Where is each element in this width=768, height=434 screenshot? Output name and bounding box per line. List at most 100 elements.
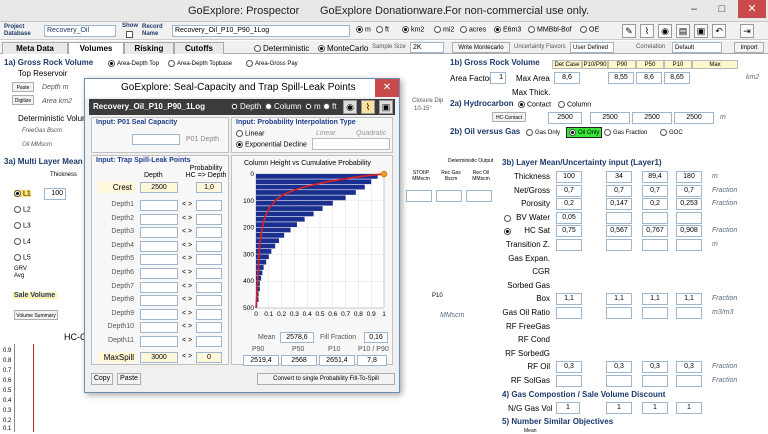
max-area-p10[interactable]: 8,65 [664,72,690,84]
tab-meta-data[interactable]: Meta Data [2,42,68,54]
import-button[interactable]: Import [734,42,764,53]
param-value[interactable]: 1,1 [676,293,702,306]
ng-gas-det[interactable]: 1 [556,402,580,414]
layer-l2[interactable]: L2 [14,206,31,213]
gas-only-radio[interactable]: Gas Only [526,129,560,136]
param-value[interactable]: 180 [676,171,702,183]
depth-row-arrows[interactable]: < > [182,242,192,249]
sample-size-select[interactable]: 2K [410,42,444,53]
close-button[interactable]: ✕ [738,0,766,18]
depth-row-depth-input[interactable] [140,308,178,320]
param-value[interactable]: 0,2 [556,198,582,211]
param-value[interactable] [642,239,668,251]
show-checkbox[interactable] [126,31,133,38]
depth-row-depth-input[interactable] [140,336,178,347]
oil-only-radio[interactable]: Oil Only [566,127,603,139]
depth-row-prob-input[interactable] [196,336,222,347]
maxspill-depth-input[interactable]: 3000 [140,352,178,363]
param-value[interactable]: 1,1 [556,293,582,306]
tab-cutoffs[interactable]: Cutoffs [174,42,224,54]
minimize-button[interactable]: – [680,0,708,18]
dlg-broom-icon[interactable]: ⌇ [361,100,375,114]
unit-mi2[interactable]: mi2 [434,26,454,33]
param-value[interactable] [556,375,582,387]
dlg-camera-icon[interactable]: ◉ [343,100,357,114]
param-value[interactable]: 0,253 [676,198,702,211]
hc-contact-det[interactable]: 2500 [548,112,582,124]
param-value[interactable]: 0,7 [676,184,702,197]
param-value[interactable] [676,211,702,224]
hc-contact-p50[interactable]: 2500 [632,112,672,124]
depth-row-depth-input[interactable] [140,213,178,225]
param-value[interactable]: 89,4 [642,171,668,183]
depth-row-prob-input[interactable] [196,308,222,320]
convert-button[interactable]: Convert to single Probability Fill-To-Sp… [257,373,395,385]
depth-row-arrows[interactable]: < > [182,296,192,303]
project-database-select[interactable]: Recovery_Oil [44,25,116,37]
param-value[interactable]: 0,3 [642,361,668,374]
hc-contact-p10[interactable]: 2500 [674,112,714,124]
exit-icon[interactable]: ⇥ [740,24,754,38]
depth-row-prob-input[interactable] [196,295,222,307]
param-value[interactable]: 34 [606,171,632,183]
depth-row-arrows[interactable]: < > [182,323,192,330]
depth-row-depth-input[interactable] [140,295,178,307]
depth-row-arrows[interactable]: < > [182,269,192,276]
param-value[interactable]: 0,7 [642,184,668,197]
layer-l5[interactable]: L5 [14,254,31,261]
dlg-save-icon[interactable]: ▣ [379,100,393,114]
uncertainty-flavors-select[interactable]: User Defined [570,42,614,53]
unit-oe[interactable]: OE [580,26,599,33]
param-value[interactable] [556,239,582,251]
maximize-button[interactable]: □ [708,0,736,18]
ng-gas-p50[interactable]: 1 [642,402,668,414]
param-value[interactable] [676,307,702,319]
param-value[interactable]: 0,75 [556,225,582,238]
hc-contact-p90[interactable]: 2500 [590,112,630,124]
area-depth-toplbase-radio[interactable]: Area-Depth Topbase [168,60,232,67]
param-value[interactable] [606,239,632,251]
linear-radio[interactable]: Linear [236,130,264,137]
param-value[interactable]: 100 [556,171,582,183]
param-value[interactable] [606,211,632,224]
max-area-p90[interactable]: 8,55 [608,72,634,84]
param-value[interactable]: 0,2 [642,198,668,211]
param-value[interactable]: 0,05 [556,211,582,224]
record-name-select[interactable]: Recovery_Oil_P10_P90_1Log [172,25,350,37]
max-area-p50[interactable]: 8,6 [636,72,662,84]
ruler-icon[interactable]: ✎ [622,24,636,38]
broom-icon[interactable]: ⌇ [640,24,654,38]
column-radio[interactable]: Column [558,101,591,108]
digitize-button[interactable]: Digitize [12,95,34,105]
unit-mmbbl[interactable]: MMBbl-Bof [528,26,572,33]
depth-row-arrows[interactable]: < > [182,215,192,222]
param-value[interactable]: 0,567 [606,225,632,238]
layer-l3[interactable]: L3 [14,222,31,229]
param-value[interactable] [606,375,632,387]
tab-risking[interactable]: Risking [124,42,174,54]
ng-gas-p90[interactable]: 1 [606,402,632,414]
param-value[interactable]: 0,767 [642,225,668,238]
param-value[interactable] [676,239,702,251]
camera-icon[interactable]: ◉ [658,24,672,38]
unit-ft[interactable]: ft [376,26,389,33]
depth-row-depth-input[interactable] [140,322,178,334]
unit-acres[interactable]: acres [460,26,486,33]
depth-row-arrows[interactable]: < > [182,201,192,208]
ng-gas-p10[interactable]: 1 [676,402,702,414]
depth-row-prob-input[interactable] [196,240,222,252]
contact-radio[interactable]: Contact [518,101,551,108]
depth-row-prob-input[interactable] [196,322,222,334]
max-area-det[interactable]: 8,6 [554,72,580,84]
param-value[interactable]: 0,7 [606,184,632,197]
param-value[interactable]: 0,3 [606,361,632,374]
param-value[interactable]: 1,1 [642,293,668,306]
goc-radio[interactable]: GOC [660,129,683,136]
exp-decline-radio[interactable]: Exponential Decline [236,141,307,148]
correlation-select[interactable]: Default [672,42,722,53]
database-icon[interactable]: ▤ [676,24,690,38]
paste-button[interactable]: Paste [117,373,141,385]
param-value[interactable] [556,307,582,319]
save-icon[interactable]: ▣ [694,24,708,38]
write-montecarlo-button[interactable]: Write Montecarlo [452,42,510,53]
